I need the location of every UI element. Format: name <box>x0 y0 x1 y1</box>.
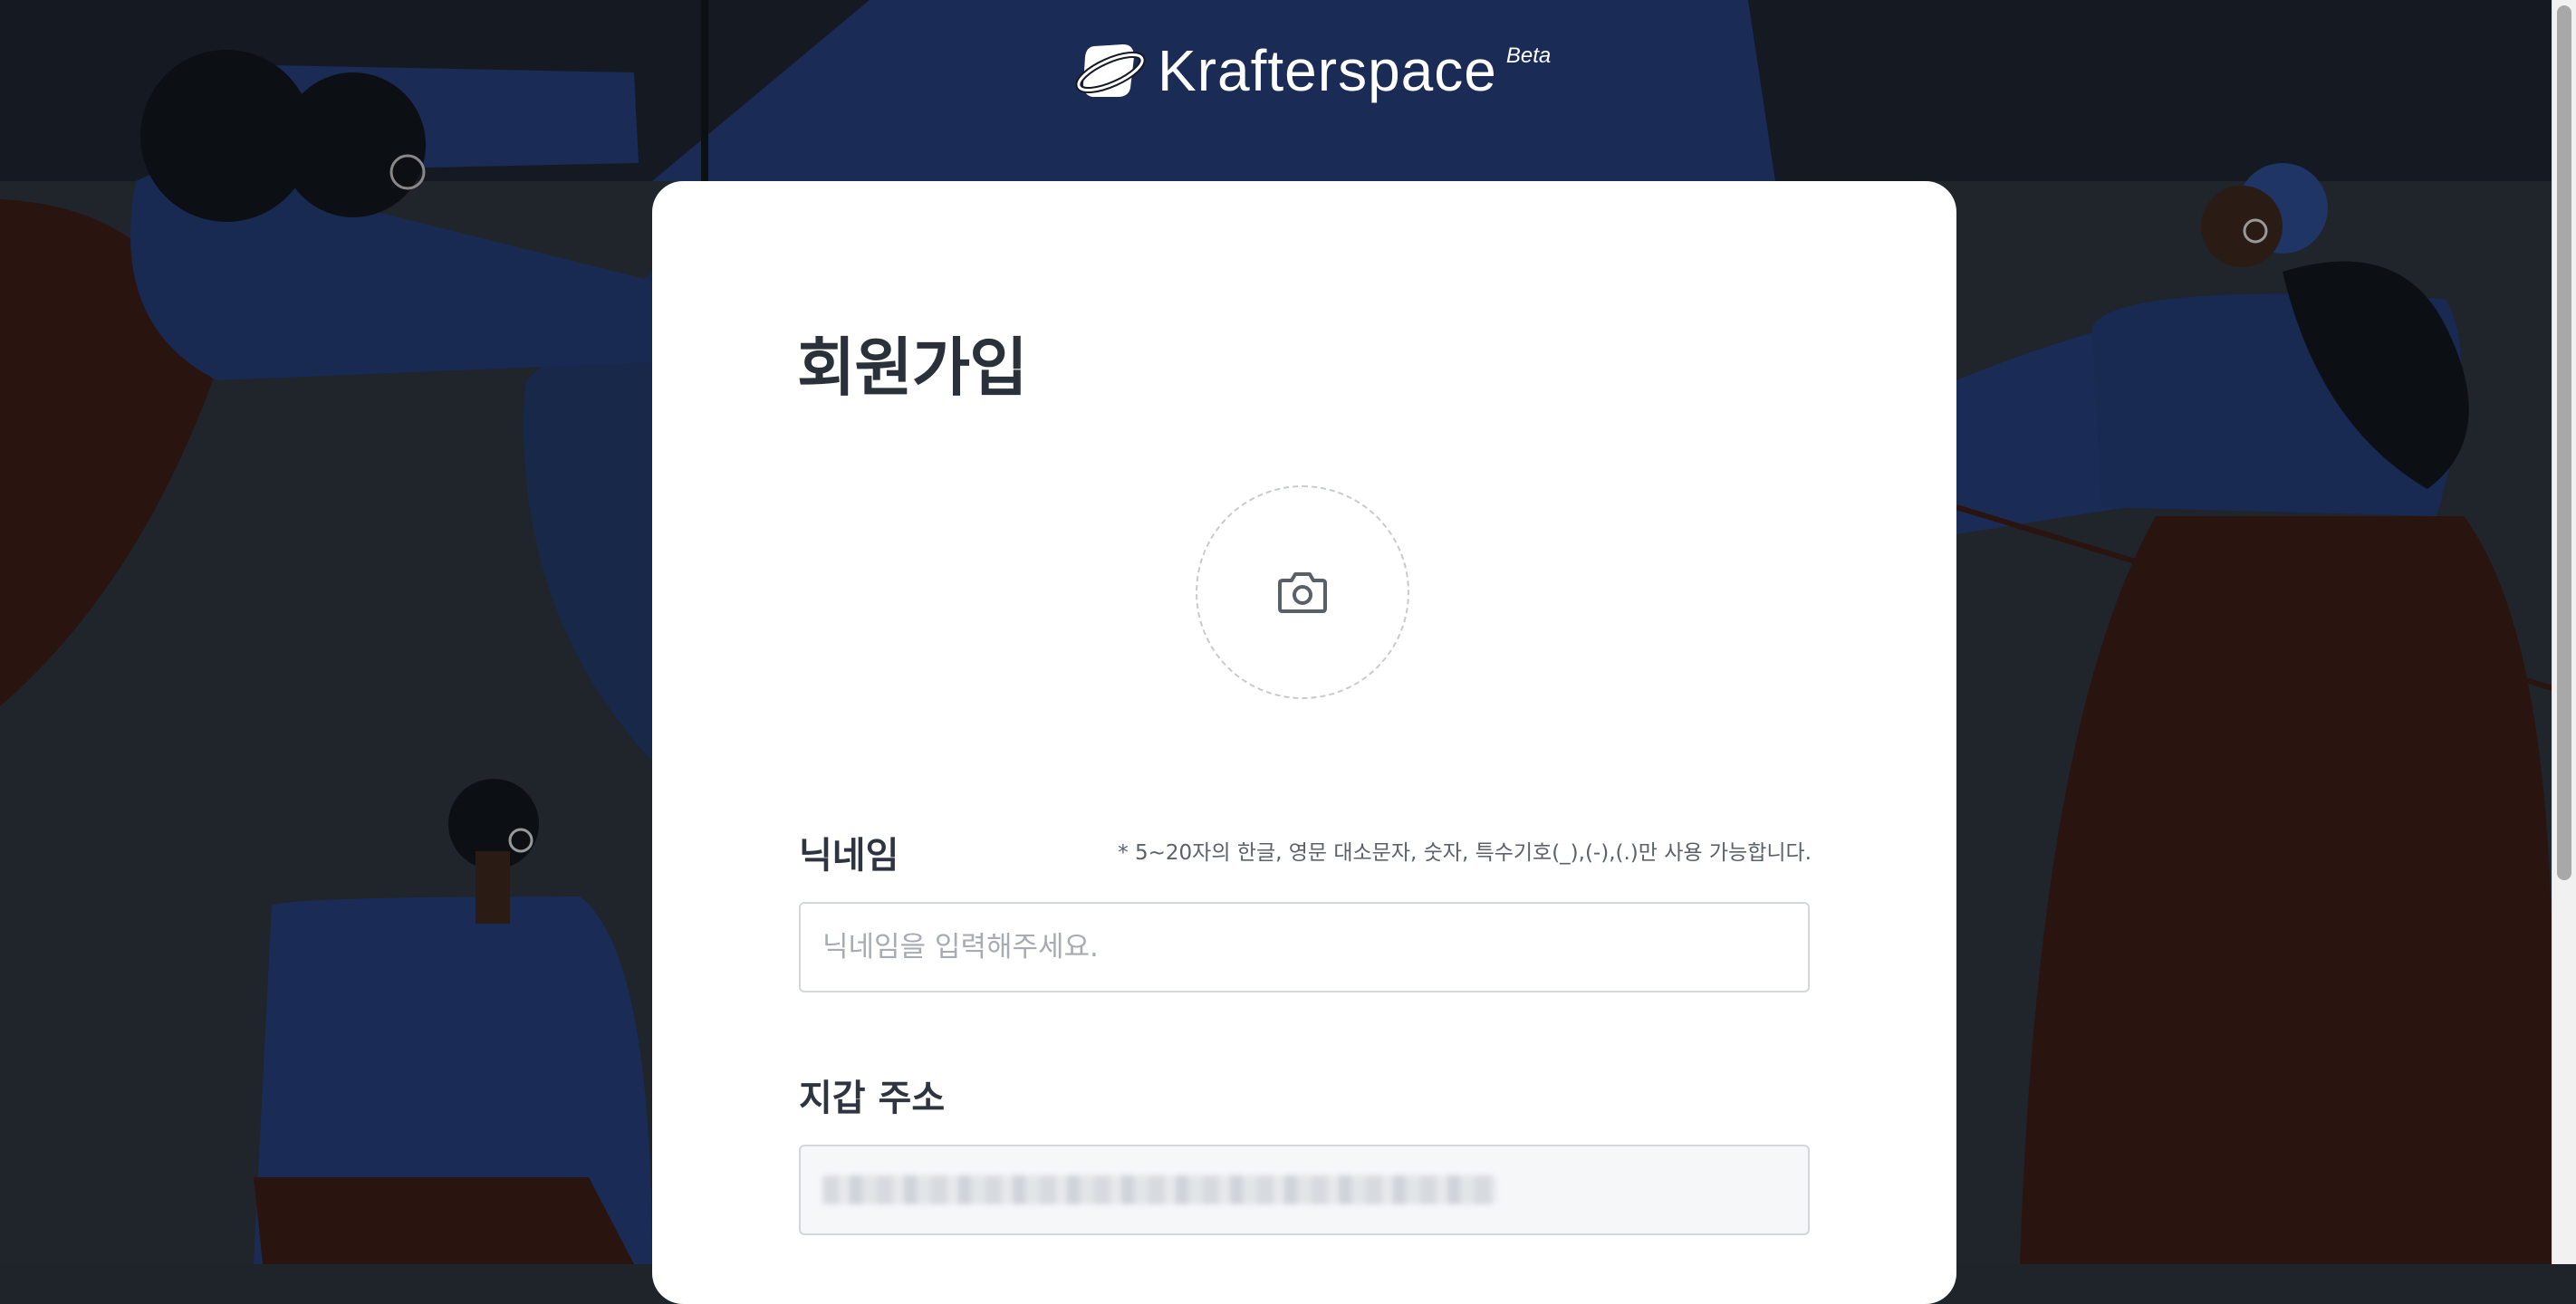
wallet-address-field[interactable] <box>799 1145 1810 1235</box>
page-scrollbar[interactable] <box>2552 0 2576 1264</box>
brand-name: Krafterspace <box>1158 38 1497 103</box>
scrollbar-thumb[interactable] <box>2557 5 2571 880</box>
wallet-address-label: 지갑 주소 <box>799 1078 946 1119</box>
signup-card: 회원가입 닉네임 * 5~20자의 한글, 영문 대소문자, 숫자, 특수기호(… <box>652 181 1956 1304</box>
camera-icon <box>1278 572 1327 613</box>
planet-logo-icon <box>1075 44 1146 97</box>
nickname-input[interactable] <box>799 902 1810 992</box>
nickname-label: 닉네임 <box>799 835 899 877</box>
brand-logo[interactable]: Krafterspace Beta <box>1074 36 1551 105</box>
page-title: 회원가입 <box>797 331 1028 405</box>
beta-badge: Beta <box>1505 43 1552 68</box>
wallet-address-redacted <box>822 1175 1496 1204</box>
nickname-hint: * 5~20자의 한글, 영문 대소문자, 숫자, 특수기호(_),(-),(.… <box>1118 841 1812 865</box>
profile-image-upload[interactable] <box>1196 485 1409 699</box>
